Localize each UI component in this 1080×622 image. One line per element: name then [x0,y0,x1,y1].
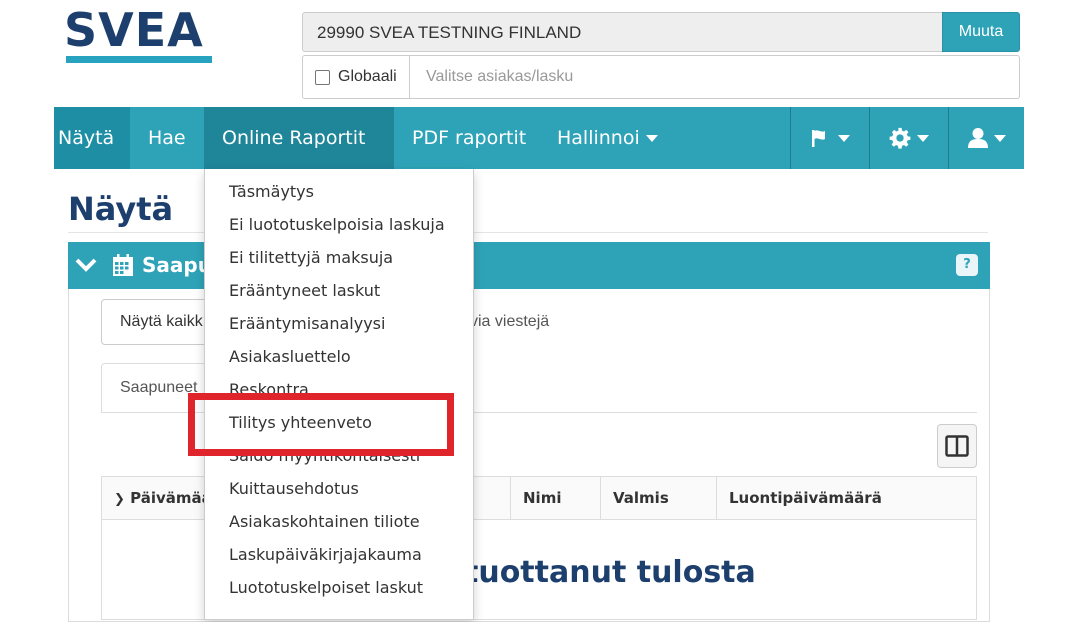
menu-item-ei-tilitettyja[interactable]: Ei tilitettyjä maksuja [229,241,393,274]
help-icon[interactable]: ? [956,254,978,276]
message-filter-select[interactable]: Näytä kaikk [101,299,221,345]
search-row: Globaali Valitse asiakas/lasku [302,55,1020,99]
filter-description: via viestejä [470,313,550,330]
nav-label: Hae [148,127,186,149]
column-label: Nimi [523,489,562,507]
column-header-name[interactable]: Nimi [510,477,600,519]
change-customer-button[interactable]: Muuta [942,12,1020,52]
menu-item-asiakasluettelo[interactable]: Asiakasluettelo [229,340,351,373]
logo-text: SVEA [64,3,204,57]
chevron-down-icon [838,134,850,142]
page-title: Näytä [68,190,174,228]
nav-item-hae[interactable]: Hae [130,107,204,169]
settings-menu[interactable] [870,107,948,169]
chevron-down-icon [993,134,1006,142]
svea-logo[interactable]: SVEA [64,3,214,68]
user-menu[interactable] [949,107,1024,169]
customer-invoice-search-input[interactable]: Valitse asiakas/lasku [410,55,1020,99]
user-icon [967,128,988,148]
customer-name-field: 29990 SVEA TESTNING FINLAND [302,12,942,52]
global-toggle[interactable]: Globaali [302,55,410,99]
column-header-created[interactable]: Luontipäivämäärä [716,477,976,519]
nav-label: Hallinnoi [557,127,640,149]
menu-item-kuittausehdotus[interactable]: Kuittausehdotus [229,472,359,505]
menu-item-eraantymisanalyysi[interactable]: Erääntymisanalyysi [229,307,385,340]
nav-item-online-raportit[interactable]: Online Raportit [204,107,394,204]
global-checkbox[interactable] [315,69,330,85]
main-navbar: Näytä Hae Online Raportit PDF raportit H… [54,107,1024,204]
menu-item-tasmaytys[interactable]: Täsmäytys [229,175,314,208]
menu-item-asiakaskohtainen-tiliote[interactable]: Asiakaskohtainen tiliote [229,505,420,538]
column-header-ready[interactable]: Valmis [600,477,716,519]
column-toggle-button[interactable] [937,424,977,468]
highlight-annotation [188,393,454,456]
gear-icon [889,127,911,149]
panel-title: Saapu [142,253,212,277]
customer-bar: 29990 SVEA TESTNING FINLAND Muuta [302,12,1020,54]
flag-icon [812,130,825,147]
chevron-down-icon [917,134,929,142]
nav-item-nayta[interactable]: Näytä [54,107,130,169]
nav-label: Näytä [58,127,115,149]
menu-item-luototuskelpoiset[interactable]: Luototuskelpoiset laskut [229,571,423,604]
logo-underline [66,56,212,63]
nav-label: Online Raportit [222,127,366,149]
empty-state-message: tuottanut tulosta [464,555,756,590]
calendar-icon [113,254,133,276]
global-label: Globaali [338,68,397,85]
nav-label: PDF raportit [412,127,527,149]
column-label: Luontipäivämäärä [729,489,882,507]
chevron-down-icon[interactable] [74,254,98,276]
column-label: Valmis [613,489,669,507]
menu-item-ei-luototuskelpoisia[interactable]: Ei luototuskelpoisia laskuja [229,208,445,241]
menu-item-laskupaivakirjajakauma[interactable]: Laskupäiväkirjajakauma [229,538,422,571]
nav-item-pdf-raportit[interactable]: PDF raportit [394,107,544,169]
columns-icon [945,435,969,457]
menu-item-eraantyneet[interactable]: Erääntyneet laskut [229,274,380,307]
chevron-down-icon [645,135,658,142]
chevron-down-icon: ❯ [114,492,125,507]
language-menu[interactable] [791,107,869,169]
nav-item-hallinnoi[interactable]: Hallinnoi [539,107,676,169]
column-label: Päivämää [130,489,212,507]
